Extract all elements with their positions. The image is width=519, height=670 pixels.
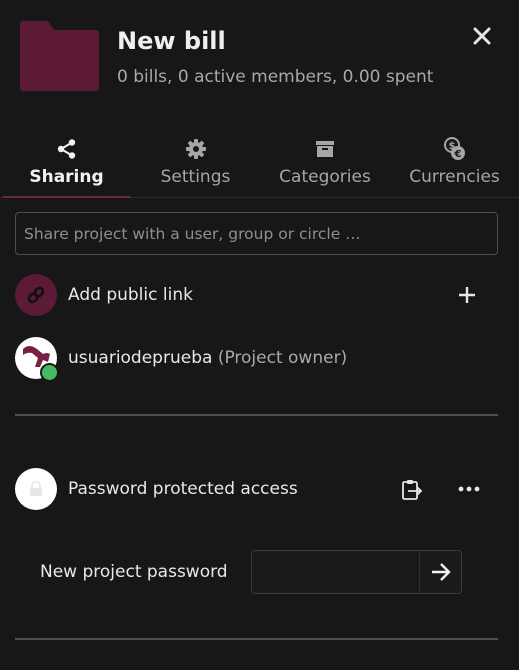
owner-label: usuariodeprueba (Project owner) xyxy=(68,348,347,368)
tab-label: Currencies xyxy=(409,167,500,187)
tab-currencies[interactable]: $ € Currencies xyxy=(390,130,519,198)
new-password-label: New project password xyxy=(40,562,228,582)
gear-icon xyxy=(185,139,206,159)
divider xyxy=(15,414,498,416)
lock-icon xyxy=(30,481,42,496)
share-icon xyxy=(57,139,75,159)
link-avatar xyxy=(15,274,57,316)
status-online-badge xyxy=(40,363,59,382)
tab-settings[interactable]: Settings xyxy=(131,130,260,198)
new-password-field xyxy=(251,550,462,594)
active-tab-indicator xyxy=(3,196,130,198)
more-actions-button[interactable] xyxy=(455,477,483,501)
new-password-input[interactable] xyxy=(252,551,420,593)
close-icon xyxy=(473,27,491,45)
owner-name: usuariodeprueba xyxy=(68,348,213,368)
archive-icon xyxy=(316,141,334,157)
tab-bar: Sharing Settings Categories $ € Currenci… xyxy=(0,130,519,198)
folder-icon xyxy=(20,21,99,91)
share-search-input[interactable] xyxy=(15,212,498,255)
arrow-right-icon xyxy=(431,563,451,581)
project-header: New bill 0 bills, 0 active members, 0.00… xyxy=(0,0,519,120)
plus-icon xyxy=(459,287,475,303)
svg-text:€: € xyxy=(453,149,461,160)
add-public-link-button[interactable] xyxy=(455,283,479,307)
password-access-label: Password protected access xyxy=(68,479,298,499)
clipboard-icon xyxy=(402,480,423,500)
password-access-row: Password protected access xyxy=(15,468,498,510)
tab-label: Sharing xyxy=(29,167,104,187)
project-summary: 0 bills, 0 active members, 0.00 spent xyxy=(117,67,434,87)
lock-avatar xyxy=(15,468,57,510)
owner-role: (Project owner) xyxy=(217,348,348,368)
owner-row: usuariodeprueba (Project owner) xyxy=(15,337,498,382)
copy-password-button[interactable] xyxy=(399,477,425,503)
close-button[interactable] xyxy=(466,20,498,52)
tab-label: Settings xyxy=(160,167,231,187)
add-public-link-row[interactable]: Add public link xyxy=(15,274,498,316)
divider xyxy=(15,638,498,640)
project-title: New bill xyxy=(117,27,226,55)
tab-categories[interactable]: Categories xyxy=(260,130,390,198)
link-icon xyxy=(27,286,45,304)
tab-sharing[interactable]: Sharing xyxy=(3,130,130,198)
currency-exchange-icon: $ € xyxy=(443,137,465,160)
more-horizontal-icon xyxy=(458,486,480,492)
add-public-link-label: Add public link xyxy=(68,285,193,305)
submit-password-button[interactable] xyxy=(419,551,461,593)
tab-label: Categories xyxy=(279,167,371,187)
